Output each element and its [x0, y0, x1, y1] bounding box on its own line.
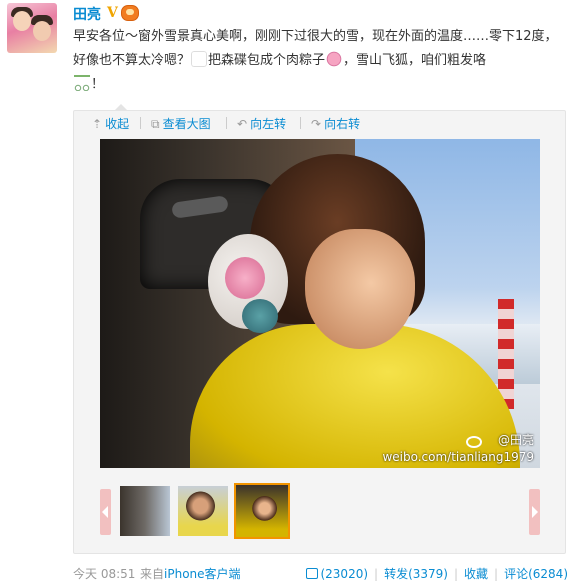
action-divider: | [494, 567, 499, 581]
vip-member-icon[interactable] [121, 5, 139, 21]
thumbnail-2[interactable] [178, 486, 228, 536]
view-large-label: 查看大图 [162, 117, 211, 131]
action-divider: | [374, 567, 379, 581]
rotate-right-label: 向右转 [324, 117, 361, 131]
next-arrow-icon[interactable] [529, 489, 540, 535]
photo-face [305, 229, 415, 349]
comment-button[interactable]: 评论(6284) [504, 567, 568, 581]
post-text-part: ！ [91, 77, 105, 92]
rice-dumpling-emoji-icon [326, 51, 343, 67]
rotate-right-icon: ↷ [311, 117, 322, 131]
collapse-label: 收起 [105, 117, 130, 131]
post-source: 来自iPhone客户端 [140, 565, 241, 582]
post-photo[interactable]: @田亮 weibo.com/tianliang1979 [100, 139, 540, 468]
like-button[interactable]: (23020) [306, 567, 368, 581]
post-text: 早安各位～窗外雪景真心美啊，刚刚下过很大的雪，现在外面的温度……零下12度，好像… [73, 25, 563, 97]
post-text-part: 把森碟包成个肉粽子 [208, 53, 326, 68]
rotate-right-button[interactable]: ↷ 向右转 [311, 115, 360, 132]
avatar-face [33, 21, 51, 41]
rotate-left-label: 向左转 [250, 117, 287, 131]
external-link-icon: ⧉ [151, 117, 160, 131]
photo-watermark-url: weibo.com/tianliang1979 [382, 450, 534, 464]
source-prefix: 来自 [140, 567, 165, 581]
toolbar-divider [226, 117, 227, 129]
toolbar-divider [140, 117, 141, 129]
post-text-part: ，雪山飞狐，咱们粗发咯 [343, 53, 487, 68]
rotate-left-icon: ↶ [237, 117, 248, 131]
source-link[interactable]: iPhone客户端 [164, 567, 241, 581]
snowman-emoji-icon [191, 51, 208, 67]
thumbs-up-icon [306, 568, 319, 579]
photo-green-pompom [242, 299, 278, 333]
avatar-face [13, 11, 31, 31]
post-timestamp[interactable]: 今天 08:51 [73, 565, 135, 582]
media-viewer: ⇡ 收起 ⧉ 查看大图 ↶ 向左转 ↷ 向右转 @田亮 weibo.com/tianli… [73, 104, 566, 554]
user-name[interactable]: 田亮 [73, 4, 101, 24]
action-divider: | [453, 567, 459, 581]
photo-pink-pompom [225, 257, 265, 299]
thumbnail-strip [100, 481, 540, 541]
previous-arrow-icon[interactable] [100, 489, 111, 535]
weibo-logo-icon [466, 436, 482, 448]
collapse-button[interactable]: ⇡ 收起 [92, 115, 129, 132]
view-large-button[interactable]: ⧉ 查看大图 [151, 115, 211, 132]
thumbnail-3-selected[interactable] [234, 483, 290, 539]
thumbnail-1[interactable] [120, 486, 170, 536]
arrow-up-icon: ⇡ [92, 117, 103, 131]
user-avatar[interactable] [7, 3, 57, 53]
post-actions: (23020) | 转发(3379) | 收藏 | 评论(6284) [306, 565, 568, 582]
favorite-button[interactable]: 收藏 [464, 567, 488, 581]
bicycle-emoji-icon [74, 75, 90, 91]
toolbar-divider [300, 117, 301, 129]
like-count: (23020) [320, 567, 369, 581]
verified-icon[interactable]: V [107, 5, 118, 21]
repost-button[interactable]: 转发(3379) [384, 567, 448, 581]
rotate-left-button[interactable]: ↶ 向左转 [237, 115, 286, 132]
photo-watermark-name: @田亮 [497, 433, 534, 447]
